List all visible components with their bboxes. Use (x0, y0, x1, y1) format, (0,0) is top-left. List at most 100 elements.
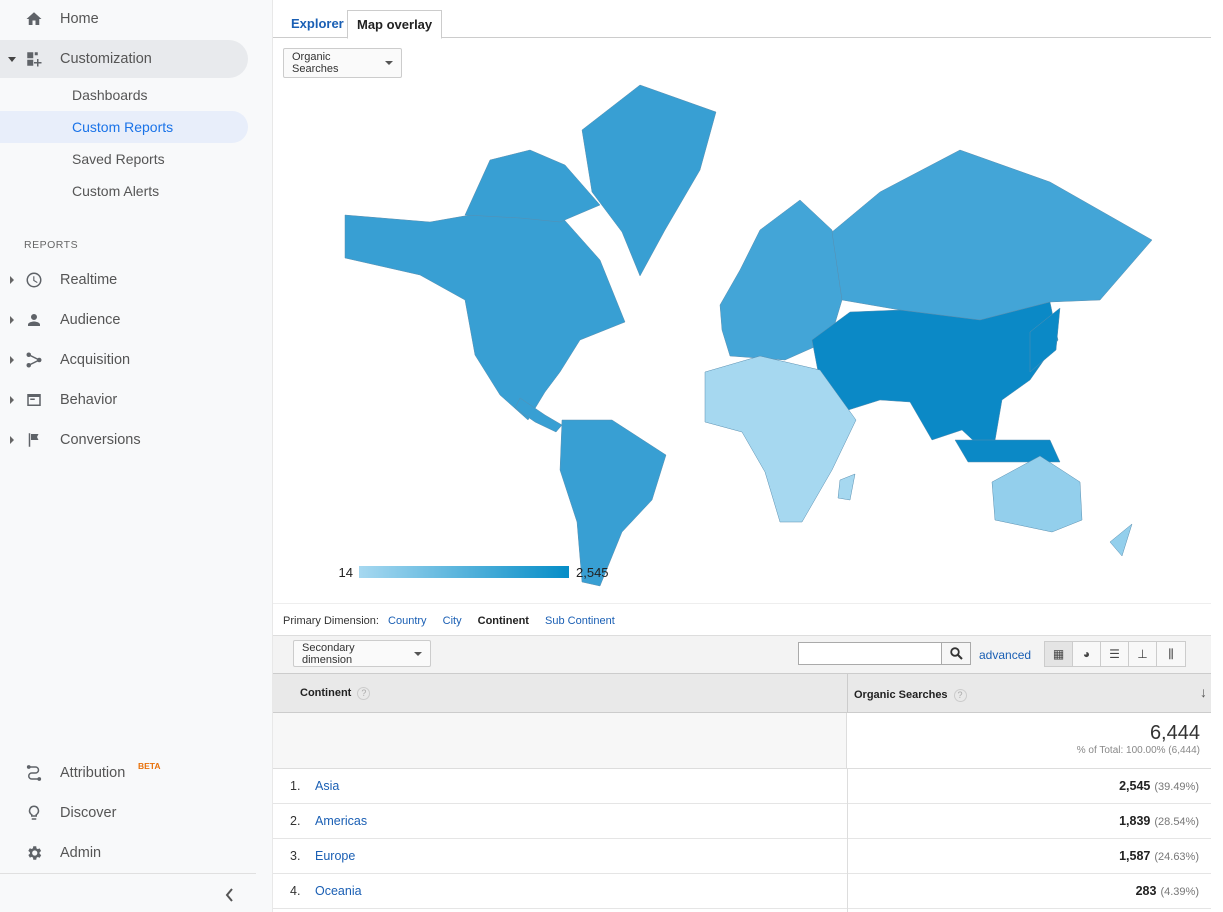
caret-down-icon (8, 56, 16, 62)
region-americas[interactable] (344, 199, 626, 421)
totals-row: 6,444 % of Total: 100.00% (6,444) (273, 713, 1211, 769)
nav-label: Admin (60, 845, 102, 861)
nav-label: Acquisition (60, 352, 131, 368)
table-row: 2. Americas 1,839 (28.54%) (273, 804, 1211, 839)
nav-realtime[interactable]: Realtime (0, 261, 248, 299)
caret-right-icon (10, 276, 14, 284)
caret-right-icon (10, 396, 14, 404)
region-madagascar[interactable] (837, 473, 856, 501)
row-number: 1. (290, 779, 301, 793)
secondary-dimension-label: Secondary dimension (302, 641, 355, 666)
primary-dimension-label: Primary Dimension: (283, 615, 379, 627)
dimension-continent[interactable]: Continent (478, 615, 529, 627)
nav-conversions[interactable]: Conversions (0, 421, 248, 459)
table-row: 1. Asia 2,545 (39.49%) (273, 769, 1211, 804)
lightbulb-icon (28, 805, 40, 820)
row-percent: (4.39%) (1160, 886, 1199, 898)
region-australia[interactable] (991, 455, 1083, 533)
nav-label: Discover (60, 805, 117, 821)
nav-label: Behavior (60, 392, 118, 408)
search-icon (949, 647, 963, 660)
table-toolbar: Secondary dimension advanced ▦ ◕ ☰ ⊥ ⫼ (273, 636, 1211, 673)
sidebar: Home Customization Dashboards Custom Rep… (0, 0, 273, 912)
column-organic-searches[interactable]: Organic Searches? ↓ (847, 674, 1211, 712)
comparison-view-icon[interactable]: ⊥ (1129, 642, 1157, 666)
nav-dashboards[interactable]: Dashboards (0, 79, 248, 111)
dimension-sub-continent[interactable]: Sub Continent (545, 615, 615, 627)
beta-badge: BETA (138, 761, 161, 771)
nav-label: Attribution (60, 765, 126, 781)
collapse-chevron-icon[interactable] (224, 887, 236, 903)
row-continent-link[interactable]: Europe (315, 849, 355, 863)
dimension-city[interactable]: City (443, 615, 462, 627)
column-label: Organic Searches (854, 689, 948, 701)
nav-discover[interactable]: Discover (0, 794, 248, 832)
gear-icon (28, 846, 42, 860)
region-north-asia[interactable] (831, 149, 1153, 321)
row-value: 283 (1135, 884, 1157, 898)
help-icon[interactable]: ? (953, 689, 967, 702)
primary-dimension-bar: Primary Dimension: Country City Continen… (273, 603, 1211, 636)
behavior-icon (27, 394, 41, 406)
reports-heading: REPORTS (24, 239, 79, 251)
row-continent-link[interactable]: Americas (315, 814, 367, 828)
flag-icon (28, 433, 39, 447)
nav-custom-alerts[interactable]: Custom Alerts (0, 175, 248, 207)
world-map[interactable]: 14 2,545 (273, 0, 1223, 600)
acquisition-icon (26, 352, 42, 368)
region-south-america[interactable] (559, 419, 667, 587)
nav-behavior[interactable]: Behavior (0, 381, 248, 419)
nav-home[interactable]: Home (0, 0, 248, 38)
pie-view-icon[interactable]: ◕ (1073, 642, 1101, 666)
view-switcher: ▦ ◕ ☰ ⊥ ⫼ (1044, 641, 1186, 667)
caret-right-icon (10, 436, 14, 444)
table-search-input[interactable] (798, 642, 942, 665)
main-content: Explorer Map overlay Organic Searches 14… (273, 0, 1223, 912)
column-continent[interactable]: Continent? (300, 687, 371, 700)
region-americas-arctic[interactable] (464, 149, 601, 223)
row-continent-link[interactable]: Asia (315, 779, 339, 793)
row-percent: (39.49%) (1154, 781, 1199, 793)
advanced-link[interactable]: advanced (979, 648, 1031, 662)
performance-view-icon[interactable]: ☰ (1101, 642, 1129, 666)
nav-saved-reports[interactable]: Saved Reports (0, 143, 248, 175)
secondary-dimension-select[interactable]: Secondary dimension (293, 640, 431, 667)
region-new-zealand[interactable] (1109, 523, 1133, 557)
nav-admin[interactable]: Admin (0, 834, 248, 872)
total-value: 6,444 (1149, 722, 1200, 744)
attribution-icon (26, 765, 42, 781)
home-icon (26, 12, 42, 25)
nav-audience[interactable]: Audience (0, 301, 248, 339)
row-continent-link[interactable]: Oceania (315, 884, 362, 898)
legend-max: 2,545 (576, 565, 609, 580)
dashboard-plus-icon (27, 52, 42, 67)
nav-label: Conversions (60, 432, 141, 448)
row-percent: (28.54%) (1154, 816, 1199, 828)
divider (0, 873, 256, 874)
nav-label: Customization (60, 51, 152, 67)
clock-icon (26, 272, 42, 288)
row-number: 3. (290, 849, 301, 863)
help-icon[interactable]: ? (357, 687, 371, 700)
nav-label: Audience (60, 312, 121, 328)
total-percent: % of Total: 100.00% (6,444) (1076, 745, 1200, 756)
region-greenland[interactable] (581, 84, 717, 277)
row-value: 1,839 (1119, 814, 1151, 828)
caret-right-icon (10, 316, 14, 324)
nav-custom-reports[interactable]: Custom Reports (0, 111, 248, 143)
pivot-view-icon[interactable]: ⫼ (1157, 642, 1185, 666)
person-icon (28, 314, 40, 326)
nav-attribution[interactable]: Attribution BETA (0, 754, 248, 792)
sort-desc-arrow-icon[interactable]: ↓ (1200, 684, 1207, 700)
table-row: 3. Europe 1,587 (24.63%) (273, 839, 1211, 874)
column-label: Continent (300, 687, 352, 699)
nav-label: Realtime (60, 272, 118, 288)
row-number: 2. (290, 814, 301, 828)
row-value: 2,545 (1119, 779, 1151, 793)
nav-acquisition[interactable]: Acquisition (0, 341, 248, 379)
dimension-country[interactable]: Country (388, 615, 427, 627)
nav-customization[interactable]: Customization (0, 40, 248, 78)
table-view-icon[interactable]: ▦ (1045, 642, 1073, 666)
nav-label: Home (60, 11, 99, 27)
search-button[interactable] (941, 642, 971, 665)
